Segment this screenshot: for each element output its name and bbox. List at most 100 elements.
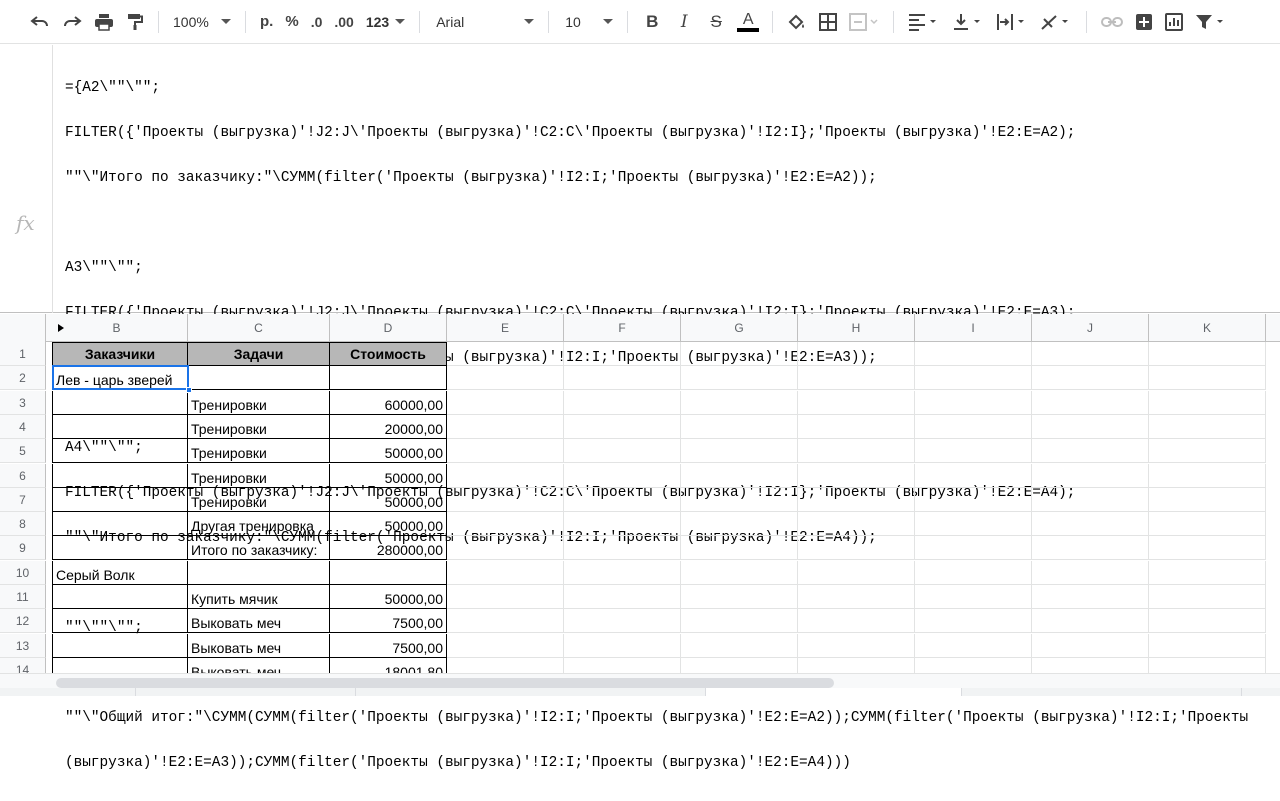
cell-c[interactable]: Купить мячик [188,585,330,609]
cell-c[interactable]: Выковать меч [188,634,330,658]
empty-cell[interactable] [447,609,564,633]
empty-cell[interactable] [564,366,681,390]
print-icon[interactable] [88,6,120,38]
empty-cell[interactable] [798,439,915,463]
empty-cell[interactable] [1032,415,1149,439]
cell-c[interactable]: Выковать меч [188,609,330,633]
empty-cell[interactable] [447,439,564,463]
cell-b[interactable] [52,609,188,633]
row-header[interactable]: 12 [0,609,46,633]
empty-cell[interactable] [1149,585,1266,609]
insert-chart-icon[interactable] [1159,6,1189,38]
column-header-b[interactable]: B [46,314,188,342]
empty-cell[interactable] [564,585,681,609]
percent-format-button[interactable]: % [279,6,304,38]
empty-cell[interactable] [1149,488,1266,512]
empty-cell[interactable] [447,488,564,512]
empty-cell[interactable] [798,634,915,658]
text-wrap-icon[interactable] [990,6,1034,38]
row-header[interactable]: 3 [0,391,46,415]
empty-cell[interactable] [1149,342,1266,366]
empty-cell[interactable] [1149,634,1266,658]
cell-d[interactable] [330,366,447,390]
empty-cell[interactable] [915,609,1032,633]
empty-cell[interactable] [681,609,798,633]
empty-cell[interactable] [447,536,564,560]
empty-cell[interactable] [1032,561,1149,585]
empty-cell[interactable] [1149,561,1266,585]
cell-b[interactable]: Лев - царь зверей [52,366,188,390]
empty-cell[interactable] [681,512,798,536]
cell-c[interactable]: Тренировки [188,415,330,439]
row-header[interactable]: 1 [0,342,46,366]
empty-cell[interactable] [915,439,1032,463]
empty-cell[interactable] [681,464,798,488]
row-header[interactable]: 7 [0,488,46,512]
column-header-d[interactable]: D [330,314,447,342]
column-header-h[interactable]: H [798,314,915,342]
cell-d[interactable]: 50000,00 [330,512,447,536]
empty-cell[interactable] [915,512,1032,536]
cell-d[interactable]: 7500,00 [330,609,447,633]
text-color-icon[interactable]: A [732,6,764,38]
column-header-i[interactable]: I [915,314,1032,342]
empty-cell[interactable] [1032,391,1149,415]
empty-cell[interactable] [447,464,564,488]
cell-b[interactable] [52,585,188,609]
italic-icon[interactable]: I [668,6,700,38]
empty-cell[interactable] [1032,488,1149,512]
empty-cell[interactable] [681,391,798,415]
column-header-k[interactable]: K [1149,314,1266,342]
row-header[interactable]: 9 [0,536,46,560]
increase-decimal-button[interactable]: .00 [328,6,359,38]
cell-d[interactable]: 280000,00 [330,536,447,560]
spreadsheet-grid[interactable]: BCDEFGHIJK 1 Заказчики Задачи Стоимость 2 Лев… [0,314,1280,684]
horizontal-align-icon[interactable] [902,6,946,38]
cell-d[interactable]: 50000,00 [330,488,447,512]
cell-d[interactable]: 50000,00 [330,464,447,488]
empty-cell[interactable] [798,342,915,366]
empty-cell[interactable] [1032,536,1149,560]
cell-b[interactable] [52,464,188,488]
select-all-corner[interactable] [0,314,64,342]
empty-cell[interactable] [915,634,1032,658]
font-family-select[interactable]: Arial [428,6,540,38]
empty-cell[interactable] [681,342,798,366]
empty-cell[interactable] [564,391,681,415]
empty-cell[interactable] [798,488,915,512]
empty-cell[interactable] [1032,585,1149,609]
empty-cell[interactable] [1032,366,1149,390]
empty-cell[interactable] [1032,634,1149,658]
cell-d[interactable]: 50000,00 [330,439,447,463]
empty-cell[interactable] [1149,536,1266,560]
currency-format-button[interactable]: р. [254,6,279,38]
empty-cell[interactable] [1149,415,1266,439]
empty-cell[interactable] [447,585,564,609]
empty-cell[interactable] [1149,464,1266,488]
fill-color-icon[interactable] [781,6,813,38]
row-header[interactable]: 13 [0,634,46,658]
zoom-select[interactable]: 100% [167,6,237,38]
link-icon[interactable] [1095,6,1129,38]
cell-b[interactable] [52,634,188,658]
cell-d[interactable]: 50000,00 [330,585,447,609]
empty-cell[interactable] [798,464,915,488]
undo-icon[interactable] [24,6,56,38]
empty-cell[interactable] [1149,609,1266,633]
column-title-cell[interactable]: Задачи [188,342,330,366]
empty-cell[interactable] [681,536,798,560]
empty-cell[interactable] [681,585,798,609]
empty-cell[interactable] [798,366,915,390]
sheet-tab[interactable] [0,688,136,696]
empty-cell[interactable] [447,512,564,536]
empty-cell[interactable] [564,439,681,463]
row-header[interactable]: 6 [0,464,46,488]
empty-cell[interactable] [564,464,681,488]
empty-cell[interactable] [564,488,681,512]
cell-c[interactable] [188,366,330,390]
merge-cells-icon[interactable] [843,6,885,38]
cell-c[interactable]: Другая тренировка [188,512,330,536]
empty-cell[interactable] [681,634,798,658]
cell-d[interactable]: 7500,00 [330,634,447,658]
number-format-select[interactable]: 123 [360,6,411,38]
